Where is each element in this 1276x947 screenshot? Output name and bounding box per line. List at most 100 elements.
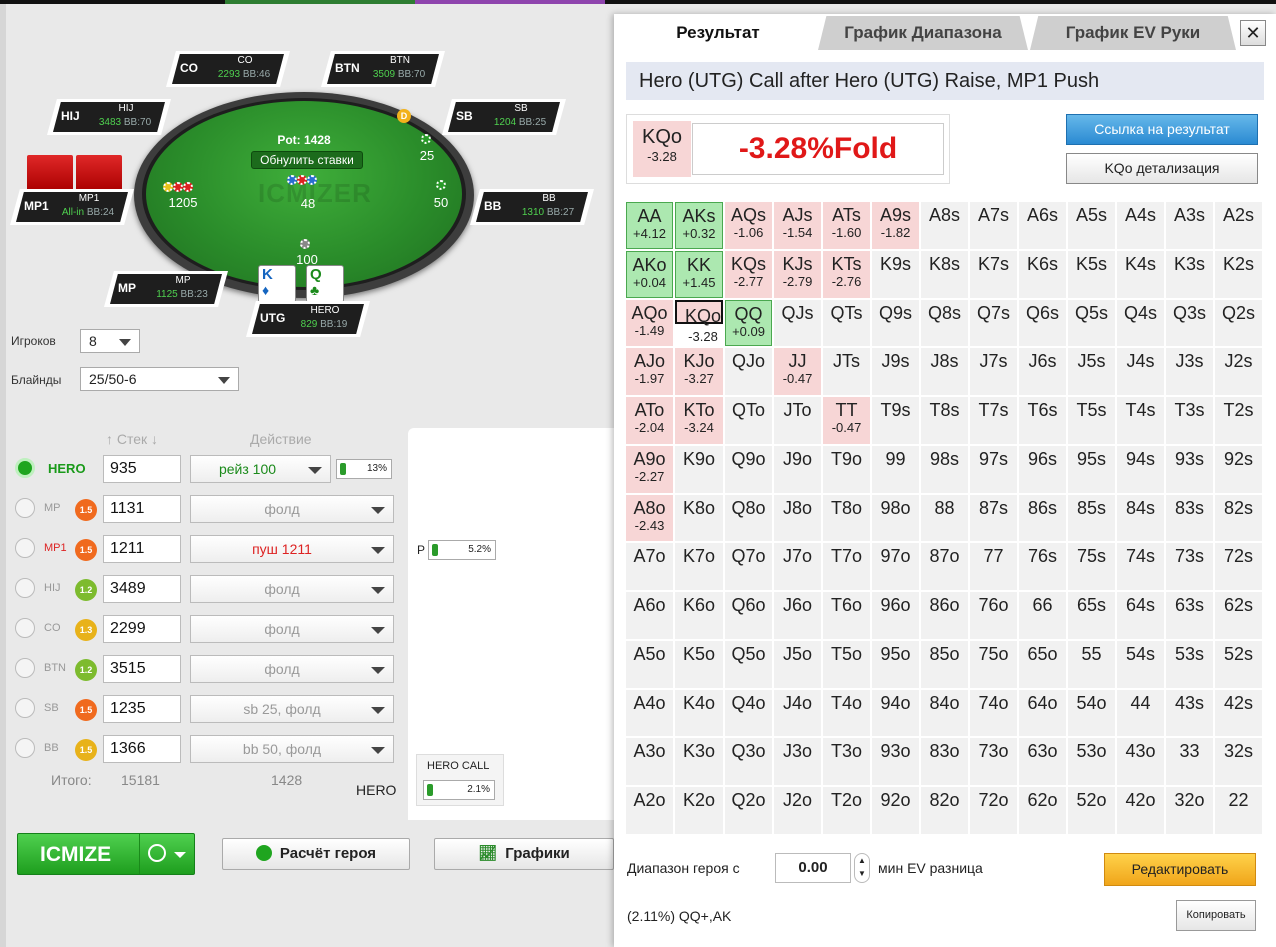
hand-cell[interactable]: 55	[1068, 640, 1115, 688]
hand-cell[interactable]: J3o	[774, 738, 822, 786]
result-link-button[interactable]: Ссылка на результат	[1066, 114, 1258, 145]
hand-cell[interactable]: A2s	[1215, 202, 1262, 249]
hand-cell[interactable]: A7o	[626, 543, 673, 591]
hand-cell[interactable]: Q4o	[725, 689, 773, 737]
hand-cell[interactable]: 75s	[1068, 543, 1115, 591]
hand-cell[interactable]: 92o	[872, 787, 920, 834]
hand-cell[interactable]: AA +4.12	[626, 202, 673, 249]
hand-cell[interactable]: KQs -2.77	[725, 250, 773, 298]
hand-cell[interactable]: 82s	[1215, 494, 1262, 542]
hand-cell[interactable]: A3s	[1166, 202, 1213, 249]
hand-cell[interactable]: 77	[970, 543, 1017, 591]
hand-cell[interactable]: K2o	[674, 787, 724, 834]
hand-cell[interactable]: 33	[1166, 738, 1213, 786]
hand-cell[interactable]: AKs +0.32	[674, 202, 724, 249]
hand-cell[interactable]: Q8s	[921, 299, 968, 347]
hand-cell[interactable]: A9s -1.82	[872, 202, 920, 249]
hand-cell[interactable]: 96s	[1019, 445, 1066, 493]
sb-radio[interactable]	[15, 698, 35, 718]
hand-cell[interactable]: T8s	[921, 397, 968, 444]
tab-hand-ev-chart[interactable]: График EV Руки	[1030, 16, 1236, 50]
hand-cell[interactable]: Q3o	[725, 738, 773, 786]
hand-cell[interactable]: T7s	[970, 397, 1017, 444]
hand-cell[interactable]: 63o	[1019, 738, 1066, 786]
seat-btn[interactable]: BTN BTN 3509 BB:70	[321, 51, 445, 87]
hand-cell[interactable]: 74s	[1117, 543, 1164, 591]
hand-cell[interactable]: TT -0.47	[823, 397, 871, 444]
seat-mp[interactable]: MP MP 1125 BB:23	[104, 271, 228, 307]
hand-cell[interactable]: K4o	[674, 689, 724, 737]
hand-cell[interactable]: KK +1.45	[674, 250, 724, 298]
hand-cell[interactable]: T5o	[823, 640, 871, 688]
hand-cell[interactable]: 84o	[921, 689, 968, 737]
hand-cell[interactable]: K7o	[674, 543, 724, 591]
hand-cell[interactable]: K4s	[1117, 250, 1164, 298]
hand-cell[interactable]: K2s	[1215, 250, 1262, 298]
hand-cell[interactable]: J9o	[774, 445, 822, 493]
hand-cell[interactable]: 75o	[970, 640, 1017, 688]
hand-cell[interactable]: 98s	[921, 445, 968, 493]
hand-cell[interactable]: A6o	[626, 592, 673, 639]
hand-cell[interactable]: 82o	[921, 787, 968, 834]
co-stack-input[interactable]: 2299	[103, 615, 181, 643]
hero-calc-button[interactable]: Расчёт героя	[222, 838, 410, 870]
hand-cell[interactable]: 96o	[872, 592, 920, 639]
hand-cell[interactable]: 42o	[1117, 787, 1164, 834]
hand-cell[interactable]: Q2o	[725, 787, 773, 834]
hand-cell[interactable]: 94o	[872, 689, 920, 737]
hand-cell[interactable]: 83o	[921, 738, 968, 786]
seat-mp1[interactable]: MP1 MP1 All-in BB:24	[10, 189, 134, 225]
hand-cell[interactable]: T2s	[1215, 397, 1262, 444]
hand-cell[interactable]: KTs -2.76	[823, 250, 871, 298]
sb-stack-input[interactable]: 1235	[103, 695, 181, 723]
hand-cell[interactable]: 62o	[1019, 787, 1066, 834]
hand-cell[interactable]: T9o	[823, 445, 871, 493]
hand-cell[interactable]: AQo -1.49	[626, 299, 673, 347]
hand-cell[interactable]: 94s	[1117, 445, 1164, 493]
hero-stack-input[interactable]: 935	[103, 455, 181, 483]
seat-co[interactable]: CO CO 2293 BB:46	[166, 51, 290, 87]
hand-cell[interactable]: Q8o	[725, 494, 773, 542]
hand-cell[interactable]: 73s	[1166, 543, 1213, 591]
co-radio[interactable]	[15, 618, 35, 638]
hand-cell[interactable]: T4s	[1117, 397, 1164, 444]
hand-cell[interactable]: 95s	[1068, 445, 1115, 493]
hand-cell[interactable]: T6o	[823, 592, 871, 639]
hand-cell[interactable]: K9o	[674, 445, 724, 493]
hand-cell[interactable]: 65o	[1019, 640, 1066, 688]
hand-cell[interactable]: 32o	[1166, 787, 1213, 834]
hand-cell[interactable]: Q6s	[1019, 299, 1066, 347]
hand-cell[interactable]: J6s	[1019, 348, 1066, 396]
btn-radio[interactable]	[15, 658, 35, 678]
hand-cell[interactable]: 87s	[970, 494, 1017, 542]
hand-cell[interactable]: 87o	[921, 543, 968, 591]
edit-button[interactable]: Редактировать	[1104, 853, 1256, 886]
close-icon[interactable]: ✕	[1240, 20, 1266, 46]
hand-cell[interactable]: Q2s	[1215, 299, 1262, 347]
tab-range-chart[interactable]: График Диапазона	[818, 16, 1028, 50]
co-action-select[interactable]: фолд	[190, 615, 394, 643]
hand-cell[interactable]: 84s	[1117, 494, 1164, 542]
hand-cell[interactable]: AJs -1.54	[774, 202, 822, 249]
hand-cell[interactable]: A2o	[626, 787, 673, 834]
hand-cell[interactable]: K5s	[1068, 250, 1115, 298]
btn-stack-input[interactable]: 3515	[103, 655, 181, 683]
hand-cell[interactable]: K3s	[1166, 250, 1213, 298]
hand-cell[interactable]: 97s	[970, 445, 1017, 493]
hand-cell[interactable]: QQ +0.09	[725, 299, 773, 347]
hand-cell[interactable]: JTs	[823, 348, 871, 396]
hero-radio[interactable]	[15, 458, 35, 478]
icmize-button[interactable]: ICMIZE	[17, 833, 195, 875]
hand-cell[interactable]: J3s	[1166, 348, 1213, 396]
hand-cell[interactable]: K8o	[674, 494, 724, 542]
hand-cell[interactable]: 44	[1117, 689, 1164, 737]
hand-cell[interactable]: 85s	[1068, 494, 1115, 542]
mp1-action-select[interactable]: пуш 1211	[190, 535, 394, 563]
min-ev-input[interactable]: 0.00	[775, 853, 851, 883]
hand-cell[interactable]: Q7o	[725, 543, 773, 591]
hand-cell[interactable]: K9s	[872, 250, 920, 298]
hand-cell[interactable]: 43o	[1117, 738, 1164, 786]
hand-cell[interactable]: KQo -3.28	[674, 299, 724, 344]
hand-cell[interactable]: A5o	[626, 640, 673, 688]
hand-cell[interactable]: 22	[1215, 787, 1262, 834]
